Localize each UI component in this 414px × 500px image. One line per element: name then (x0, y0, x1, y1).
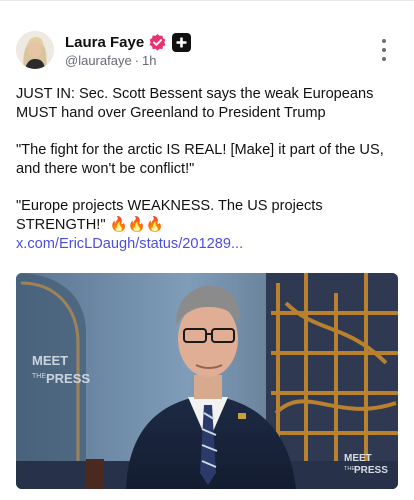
dot-icon (382, 39, 386, 43)
meet-the-press-logo-left-press: PRESS (46, 371, 90, 386)
post-paragraph: "The fight for the arctic IS REAL! [Make… (16, 142, 384, 177)
author-display-name[interactable]: Laura Faye (65, 34, 144, 51)
tv-interview-image: MEET THE PRESS MEET THE PRESS (16, 273, 398, 489)
post-body: JUST IN: Sec. Scott Bessent says the wea… (16, 85, 402, 254)
meta-separator: · (134, 53, 140, 68)
author-meta-row: @laurafaye · 1h (65, 53, 157, 68)
dot-icon (382, 48, 386, 52)
dot-icon (382, 57, 386, 61)
post-paragraph: "Europe projects WEAKNESS. The US projec… (16, 198, 323, 233)
user-avatar-icon (16, 31, 54, 69)
post-link[interactable]: x.com/EricLDaugh/status/201289... (16, 235, 402, 254)
more-options-button[interactable] (380, 39, 388, 61)
author-handle[interactable]: @laurafaye (65, 53, 132, 68)
author-name-row: Laura Faye (65, 32, 192, 52)
post-paragraph: JUST IN: Sec. Scott Bessent says the wea… (16, 86, 374, 121)
verified-badge-icon (148, 33, 167, 52)
meet-the-press-logo-left-the: THE (32, 373, 46, 380)
post-card[interactable]: Laura Faye @laurafaye · 1h JUST IN: Sec.… (0, 0, 414, 500)
post-video-thumbnail[interactable]: MEET THE PRESS MEET THE PRESS (16, 273, 398, 489)
subscriber-plus-icon (172, 32, 192, 52)
meet-the-press-logo-right: MEET (344, 453, 372, 464)
avatar[interactable] (16, 31, 54, 69)
meet-the-press-logo-left: MEET (32, 353, 68, 368)
post-time: 1h (142, 53, 157, 68)
post-header: Laura Faye @laurafaye · 1h (16, 31, 398, 71)
meet-the-press-logo-right-press: PRESS (354, 465, 388, 476)
